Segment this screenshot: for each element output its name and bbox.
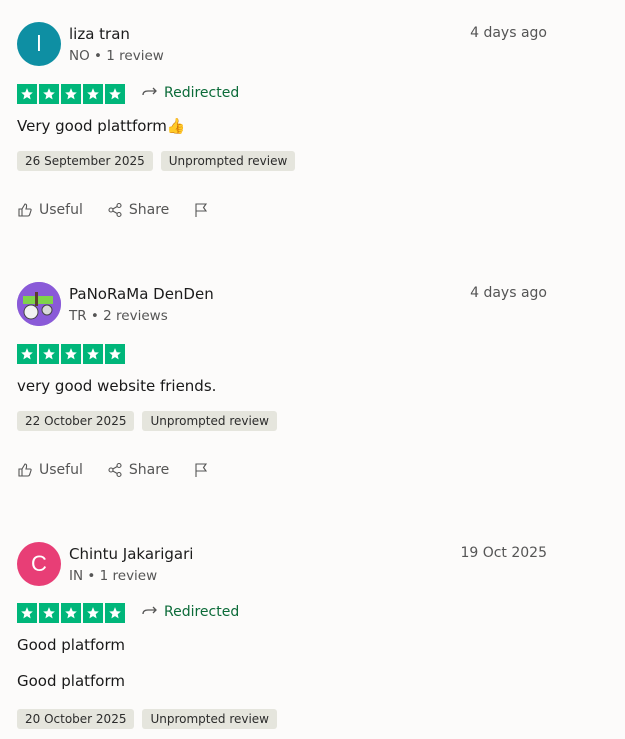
avatar-image-icon bbox=[17, 282, 61, 326]
star-icon bbox=[105, 84, 125, 104]
unprompted-review-tag[interactable]: Unprompted review bbox=[142, 709, 277, 729]
reviewer-name[interactable]: liza tran bbox=[69, 25, 130, 43]
share-icon bbox=[107, 462, 123, 478]
report-button[interactable] bbox=[193, 202, 209, 218]
star-rating bbox=[17, 344, 125, 364]
reviewer-name[interactable]: PaNoRaMa DenDen bbox=[69, 285, 214, 303]
share-button[interactable]: Share bbox=[107, 462, 169, 478]
review-date: 4 days ago bbox=[470, 285, 547, 301]
thumbs-up-icon bbox=[17, 462, 33, 478]
star-rating bbox=[17, 84, 125, 104]
review-tags: 26 September 2025 Unprompted review bbox=[17, 151, 296, 171]
star-icon bbox=[83, 603, 103, 623]
redirect-arrow-icon bbox=[142, 606, 158, 618]
star-rating bbox=[17, 603, 125, 623]
redirected-label[interactable]: Redirected bbox=[142, 85, 239, 101]
star-icon bbox=[61, 84, 81, 104]
star-icon bbox=[39, 603, 59, 623]
star-icon bbox=[17, 603, 37, 623]
star-icon bbox=[61, 344, 81, 364]
experience-date-tag: 26 September 2025 bbox=[17, 151, 153, 171]
review-actions: Useful Share bbox=[17, 462, 233, 478]
useful-button[interactable]: Useful bbox=[17, 462, 83, 478]
avatar[interactable]: C bbox=[17, 542, 61, 586]
review-title[interactable]: very good website friends. bbox=[17, 377, 216, 395]
share-icon bbox=[107, 202, 123, 218]
redirected-text: Redirected bbox=[164, 604, 240, 620]
star-icon bbox=[17, 344, 37, 364]
experience-date-tag: 22 October 2025 bbox=[17, 411, 135, 431]
report-button[interactable] bbox=[193, 462, 209, 478]
flag-icon bbox=[193, 202, 209, 218]
avatar-letter: C bbox=[31, 551, 47, 576]
unprompted-review-tag[interactable]: Unprompted review bbox=[142, 411, 277, 431]
review-body: Good platform bbox=[17, 672, 126, 690]
useful-button[interactable]: Useful bbox=[17, 202, 83, 218]
review-date: 4 days ago bbox=[470, 25, 547, 41]
review-tags: 22 October 2025 Unprompted review bbox=[17, 411, 277, 431]
flag-icon bbox=[193, 462, 209, 478]
star-icon bbox=[83, 344, 103, 364]
review-date: 19 Oct 2025 bbox=[460, 545, 547, 561]
thumbs-up-icon bbox=[17, 202, 33, 218]
review-card: C Chintu Jakarigari IN • 1 review 19 Oct… bbox=[17, 542, 547, 739]
share-label: Share bbox=[128, 202, 170, 218]
useful-label: Useful bbox=[39, 202, 83, 218]
review-tags: 20 October 2025 Unprompted review bbox=[17, 709, 277, 729]
star-icon bbox=[39, 84, 59, 104]
star-icon bbox=[61, 603, 81, 623]
reviewer-meta: NO • 1 review bbox=[69, 48, 164, 64]
review-title[interactable]: Very good plattform👍 bbox=[17, 117, 186, 135]
star-icon bbox=[83, 84, 103, 104]
experience-date-tag: 20 October 2025 bbox=[17, 709, 135, 729]
star-icon bbox=[17, 84, 37, 104]
share-label: Share bbox=[128, 462, 170, 478]
redirected-label[interactable]: Redirected bbox=[142, 604, 239, 620]
review-actions: Useful Share bbox=[17, 202, 233, 218]
useful-label: Useful bbox=[39, 462, 83, 478]
review-card: PaNoRaMa DenDen TR • 2 reviews 4 days ag… bbox=[17, 282, 547, 482]
redirected-text: Redirected bbox=[164, 85, 240, 101]
review-title[interactable]: Good platform bbox=[17, 636, 125, 654]
star-icon bbox=[39, 344, 59, 364]
review-card: l liza tran NO • 1 review 4 days ago Red… bbox=[17, 22, 547, 222]
reviewer-meta: TR • 2 reviews bbox=[69, 308, 168, 324]
avatar[interactable] bbox=[17, 282, 61, 326]
unprompted-review-tag[interactable]: Unprompted review bbox=[160, 151, 296, 171]
star-icon bbox=[105, 603, 125, 623]
reviewer-name[interactable]: Chintu Jakarigari bbox=[69, 545, 193, 563]
avatar-letter: l bbox=[36, 31, 42, 56]
share-button[interactable]: Share bbox=[107, 202, 169, 218]
redirect-arrow-icon bbox=[142, 87, 158, 99]
reviewer-meta: IN • 1 review bbox=[69, 568, 158, 584]
avatar[interactable]: l bbox=[17, 22, 61, 66]
star-icon bbox=[105, 344, 125, 364]
